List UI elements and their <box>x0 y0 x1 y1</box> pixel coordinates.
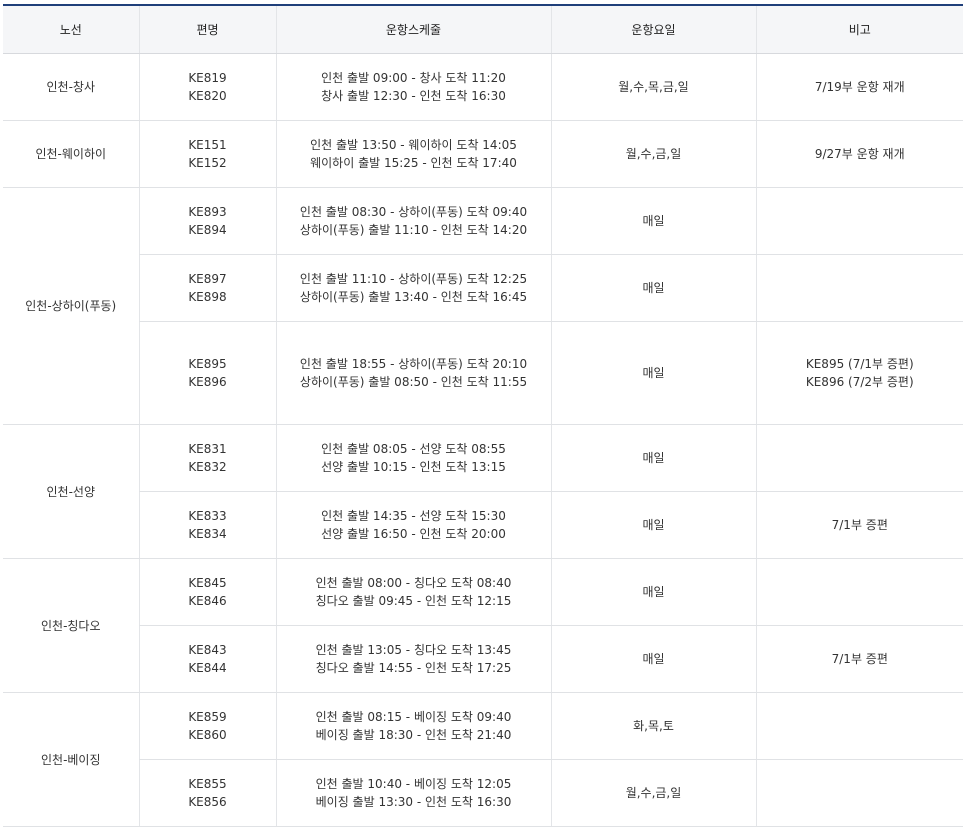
table-row: 인천-선양 KE831 KE832 인천 출발 08:05 - 선양 도착 08:… <box>3 424 963 559</box>
operating-days-cell: 매일 <box>550 424 756 492</box>
schedule-cell: 인천 출발 08:05 - 선양 도착 08:55 선양 출발 10:15 - 인… <box>275 424 551 492</box>
route-cell: 인천-선양 <box>3 424 139 559</box>
operating-days-cell: 매일 <box>550 321 756 425</box>
schedule-cell: 인천 출발 18:55 - 상하이(푸동) 도착 20:10 상하이(푸동) 출발… <box>275 321 551 425</box>
remarks-cell <box>755 424 963 492</box>
table-row: KE843 KE844 인천 출발 13:05 - 칭다오 도착 13:45 칭다오… <box>3 625 963 693</box>
operating-days-cell: 매일 <box>550 254 756 322</box>
remarks-cell <box>755 692 963 760</box>
schedule-cell: 인천 출발 08:15 - 베이징 도착 09:40 베이징 출발 18:30 -… <box>275 692 551 760</box>
flight-number-cell: KE893 KE894 <box>138 187 276 255</box>
route-cell: 인천-웨이하이 <box>3 120 139 188</box>
remarks-cell: 7/1부 증편 <box>755 625 963 693</box>
operating-days-cell: 화,목,토 <box>550 692 756 760</box>
header-flight-number: 편명 <box>138 4 276 54</box>
schedule-cell: 인천 출발 08:30 - 상하이(푸동) 도착 09:40 상하이(푸동) 출발… <box>275 187 551 255</box>
flight-number-cell: KE845 KE846 <box>138 558 276 626</box>
table-row: KE855 KE856 인천 출발 10:40 - 베이징 도착 12:05 베이징… <box>3 759 963 827</box>
remarks-cell <box>755 187 963 255</box>
schedule-cell: 인천 출발 10:40 - 베이징 도착 12:05 베이징 출발 13:30 -… <box>275 759 551 827</box>
route-cell: 인천-칭다오 <box>3 558 139 693</box>
schedule-cell: 인천 출발 09:00 - 창사 도착 11:20 창사 출발 12:30 - 인… <box>275 53 551 121</box>
schedule-cell: 인천 출발 14:35 - 선양 도착 15:30 선양 출발 16:50 - 인… <box>275 491 551 559</box>
schedule-cell: 인천 출발 13:05 - 칭다오 도착 13:45 칭다오 출발 14:55 -… <box>275 625 551 693</box>
schedule-cell: 인천 출발 13:50 - 웨이하이 도착 14:05 웨이하이 출발 15:25… <box>275 120 551 188</box>
table-row: KE897 KE898 인천 출발 11:10 - 상하이(푸동) 도착 12:2… <box>3 254 963 322</box>
operating-days-cell: 매일 <box>550 491 756 559</box>
operating-days-cell: 매일 <box>550 187 756 255</box>
header-remarks: 비고 <box>755 4 963 54</box>
remarks-cell: 9/27부 운항 재개 <box>755 120 963 188</box>
route-cell: 인천-상하이(푸동) <box>3 187 139 425</box>
remarks-cell <box>755 254 963 322</box>
flight-number-cell: KE859 KE860 <box>138 692 276 760</box>
flight-number-cell: KE897 KE898 <box>138 254 276 322</box>
flight-number-cell: KE843 KE844 <box>138 625 276 693</box>
header-route: 노선 <box>3 4 139 54</box>
route-cell: 인천-창사 <box>3 53 139 121</box>
schedule-cell: 인천 출발 08:00 - 칭다오 도착 08:40 칭다오 출발 09:45 -… <box>275 558 551 626</box>
remarks-cell <box>755 558 963 626</box>
route-cell: 인천-베이징 <box>3 692 139 827</box>
table-row: 인천-웨이하이 KE151 KE152 인천 출발 13:50 - 웨이하이 도착… <box>3 120 963 188</box>
remarks-cell: KE895 (7/1부 증편) KE896 (7/2부 증편) <box>755 321 963 425</box>
table-row: 인천-칭다오 KE845 KE846 인천 출발 08:00 - 칭다오 도착 0… <box>3 558 963 693</box>
flight-number-cell: KE819 KE820 <box>138 53 276 121</box>
remarks-cell <box>755 759 963 827</box>
table-row: 인천-창사 KE819 KE820 인천 출발 09:00 - 창사 도착 11:… <box>3 53 963 121</box>
remarks-cell: 7/1부 증편 <box>755 491 963 559</box>
remarks-cell: 7/19부 운항 재개 <box>755 53 963 121</box>
flight-number-cell: KE833 KE834 <box>138 491 276 559</box>
operating-days-cell: 월,수,금,일 <box>550 759 756 827</box>
operating-days-cell: 월,수,목,금,일 <box>550 53 756 121</box>
operating-days-cell: 매일 <box>550 625 756 693</box>
flight-number-cell: KE151 KE152 <box>138 120 276 188</box>
table-row: KE833 KE834 인천 출발 14:35 - 선양 도착 15:30 선양 출… <box>3 491 963 559</box>
operating-days-cell: 월,수,금,일 <box>550 120 756 188</box>
operating-days-cell: 매일 <box>550 558 756 626</box>
flight-schedule-table: 노선 편명 운항스케줄 운항요일 비고 인천-창사 KE819 KE820 인천 … <box>3 4 963 827</box>
table-row: KE895 KE896 인천 출발 18:55 - 상하이(푸동) 도착 20:1… <box>3 321 963 425</box>
header-operating-days: 운항요일 <box>550 4 756 54</box>
header-schedule: 운항스케줄 <box>275 4 551 54</box>
table-row: 인천-베이징 KE859 KE860 인천 출발 08:15 - 베이징 도착 0… <box>3 692 963 827</box>
table-header-row: 노선 편명 운항스케줄 운항요일 비고 <box>3 4 963 54</box>
flight-number-cell: KE895 KE896 <box>138 321 276 425</box>
table-row: 인천-상하이(푸동) KE893 KE894 인천 출발 08:30 - 상하이(… <box>3 187 963 425</box>
flight-number-cell: KE855 KE856 <box>138 759 276 827</box>
schedule-cell: 인천 출발 11:10 - 상하이(푸동) 도착 12:25 상하이(푸동) 출발… <box>275 254 551 322</box>
flight-number-cell: KE831 KE832 <box>138 424 276 492</box>
